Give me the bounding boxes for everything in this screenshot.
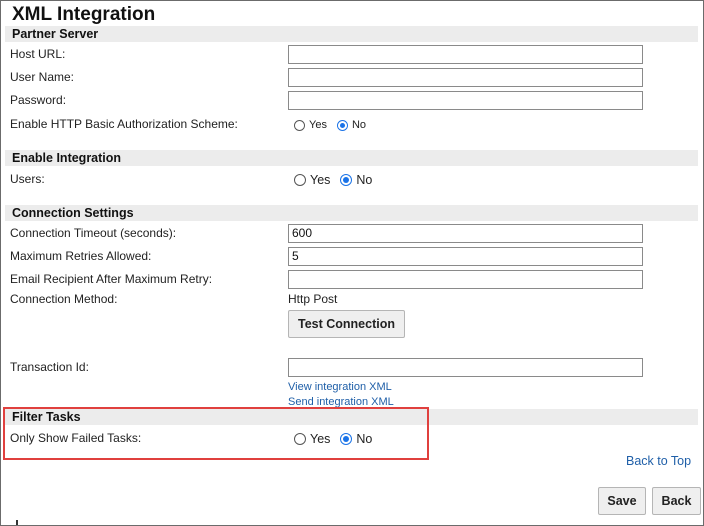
save-button[interactable]: Save [598, 487, 646, 515]
connection-method-value: Http Post [288, 292, 338, 306]
users-label: Users: [10, 172, 45, 186]
users-no-label: No [356, 173, 373, 187]
retries-input[interactable] [288, 247, 643, 266]
section-heading: Partner Server [12, 27, 99, 41]
host-url-label: Host URL: [10, 47, 66, 61]
section-enable-integration: Enable Integration [5, 150, 698, 166]
users-no-radio[interactable] [340, 174, 353, 186]
section-heading: Enable Integration [12, 151, 122, 165]
page-title: XML Integration [12, 4, 156, 25]
email-recipient-input[interactable] [288, 270, 643, 289]
transaction-id-input[interactable] [288, 358, 643, 377]
user-name-input[interactable] [288, 68, 643, 87]
basic-auth-yes-radio[interactable] [294, 119, 305, 131]
users-radio-group: Yes No [294, 173, 382, 187]
user-name-label: User Name: [10, 70, 75, 84]
host-url-input[interactable] [288, 45, 643, 64]
section-heading: Connection Settings [12, 206, 134, 220]
basic-auth-no-radio[interactable] [336, 119, 348, 131]
basic-auth-yes-label: Yes [309, 119, 327, 131]
basic-auth-label: Enable HTTP Basic Authorization Scheme: [10, 117, 238, 131]
users-yes-label: Yes [310, 173, 331, 187]
retries-label: Maximum Retries Allowed: [10, 249, 152, 263]
scroll-edge-marker [16, 520, 18, 525]
email-recipient-label: Email Recipient After Maximum Retry: [10, 272, 213, 286]
timeout-label: Connection Timeout (seconds): [10, 226, 177, 240]
password-input[interactable] [288, 91, 643, 110]
connection-method-label: Connection Method: [10, 292, 118, 306]
users-yes-radio[interactable] [294, 174, 306, 186]
test-connection-button[interactable]: Test Connection [288, 310, 405, 338]
view-xml-link[interactable]: View integration XML [288, 381, 392, 393]
basic-auth-radio-group: Yes No [294, 119, 376, 131]
password-label: Password: [10, 93, 67, 107]
section-partner-server: Partner Server [5, 26, 698, 42]
highlight-box [3, 407, 429, 460]
transaction-id-label: Transaction Id: [10, 360, 89, 374]
section-connection-settings: Connection Settings [5, 205, 698, 221]
back-to-top-link[interactable]: Back to Top [626, 454, 691, 468]
basic-auth-no-label: No [351, 119, 367, 131]
timeout-input[interactable] [288, 224, 643, 243]
back-button[interactable]: Back [652, 487, 701, 515]
